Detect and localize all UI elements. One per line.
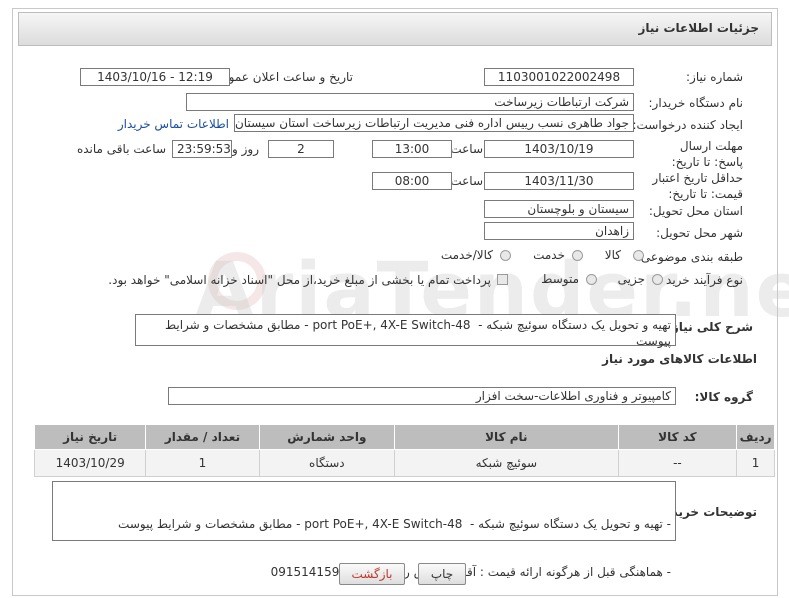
- buyer-contact-link[interactable]: اطلاعات تماس خریدار: [118, 117, 229, 131]
- payment-note: پرداخت تمام یا بخشی از مبلغ خرید،از محل …: [108, 273, 491, 287]
- category-radio-both[interactable]: [500, 250, 511, 261]
- category-radio-goods[interactable]: [633, 250, 644, 261]
- creator-label: ایجاد کننده درخواست:: [632, 118, 743, 132]
- table-header-row: ردیف کد کالا نام کالا واحد شمارش تعداد /…: [33, 424, 775, 450]
- table-row: 1 -- سوئیچ شبکه دستگاه 1 1403/10/29: [33, 449, 775, 477]
- col-header-row-number: ردیف: [736, 424, 775, 450]
- announce-field: 1403/10/16 - 12:19: [80, 68, 230, 86]
- remaining-label: ساعت باقی مانده: [76, 142, 166, 156]
- validity-date-field: 1403/11/30: [484, 172, 634, 190]
- validity-label: حداقل تاریخ اعتبار قیمت: تا تاریخ:: [652, 171, 743, 201]
- buyer-notes-line-1: - تهیه و تحویل یک دستگاه سوئیچ شبکه - po…: [118, 517, 671, 531]
- remaining-time-field: 23:59:53: [172, 140, 232, 158]
- validity-time-label: ساعت: [450, 174, 483, 188]
- goods-info-title: اطلاعات کالاهای مورد نیاز: [602, 352, 757, 366]
- description-label: شرح کلی نیاز:: [667, 320, 753, 334]
- days-label: روز و: [232, 142, 259, 156]
- category-option-both: کالا/خدمت: [440, 248, 493, 262]
- province-label: استان محل تحویل:: [648, 204, 743, 218]
- col-header-name: نام کالا: [394, 424, 619, 450]
- col-header-code: کد کالا: [617, 424, 738, 450]
- creator-field: جواد طاهری نسب رییس اداره فنی مدیریت ارت…: [234, 114, 634, 132]
- process-label: نوع فرآیند خرید :: [658, 273, 743, 287]
- print-button[interactable]: چاپ: [418, 563, 466, 585]
- category-label: طبقه بندی موضوعی:: [636, 250, 743, 264]
- cell-row-number: 1: [736, 449, 775, 477]
- deadline-time-label: ساعت: [450, 142, 483, 156]
- cell-code: --: [617, 449, 738, 477]
- items-table: ردیف کد کالا نام کالا واحد شمارش تعداد /…: [33, 424, 775, 477]
- category-option-goods: کالا: [604, 248, 621, 262]
- days-field: 2: [268, 140, 334, 158]
- buyer-notes-textarea: - تهیه و تحویل یک دستگاه سوئیچ شبکه - po…: [52, 481, 676, 579]
- category-radio-service[interactable]: [572, 250, 583, 261]
- payment-checkbox[interactable]: [497, 274, 508, 285]
- col-header-date: تاریخ نیاز: [33, 424, 147, 450]
- process-radio-minor[interactable]: [652, 274, 663, 285]
- cell-name: سوئیچ شبکه: [394, 449, 619, 477]
- validity-time-field: 08:00: [372, 172, 452, 190]
- province-field: سیستان و بلوچستان: [484, 200, 634, 218]
- cell-quantity: 1: [145, 449, 260, 477]
- back-button[interactable]: بازگشت: [339, 563, 405, 585]
- process-radio-medium[interactable]: [586, 274, 597, 285]
- col-header-unit: واحد شمارش: [258, 424, 396, 450]
- process-option-minor: جزیی: [617, 272, 645, 286]
- deadline-label: مهلت ارسال پاسخ: تا تاریخ:: [671, 139, 743, 169]
- city-label: شهر محل تحویل:: [656, 226, 743, 240]
- category-option-service: خدمت: [533, 248, 565, 262]
- col-header-quantity: تعداد / مقدار: [145, 424, 260, 450]
- goods-group-field: کامپیوتر و فناوری اطلاعات-سخت افزار: [168, 387, 676, 405]
- buyer-field: شرکت ارتباطات زیرساخت: [186, 93, 634, 111]
- need-number-field: 1103001022002498: [484, 68, 634, 86]
- buyer-label: نام دستگاه خریدار:: [648, 96, 744, 110]
- page-header: جزئیات اطلاعات نیاز: [18, 12, 772, 46]
- goods-group-label: گروه کالا:: [694, 390, 753, 404]
- description-textarea: تهیه و تحویل یک دستگاه سوئیچ شبکه - port…: [135, 314, 676, 348]
- deadline-time-field: 13:00: [372, 140, 452, 158]
- deadline-date-field: 1403/10/19: [484, 140, 634, 158]
- city-field: زاهدان: [484, 222, 634, 240]
- cell-date: 1403/10/29: [33, 449, 147, 477]
- need-number-label: شماره نیاز:: [686, 70, 743, 84]
- cell-unit: دستگاه: [258, 449, 396, 477]
- page-title: جزئیات اطلاعات نیاز: [638, 21, 759, 35]
- process-option-medium: متوسط: [541, 272, 579, 286]
